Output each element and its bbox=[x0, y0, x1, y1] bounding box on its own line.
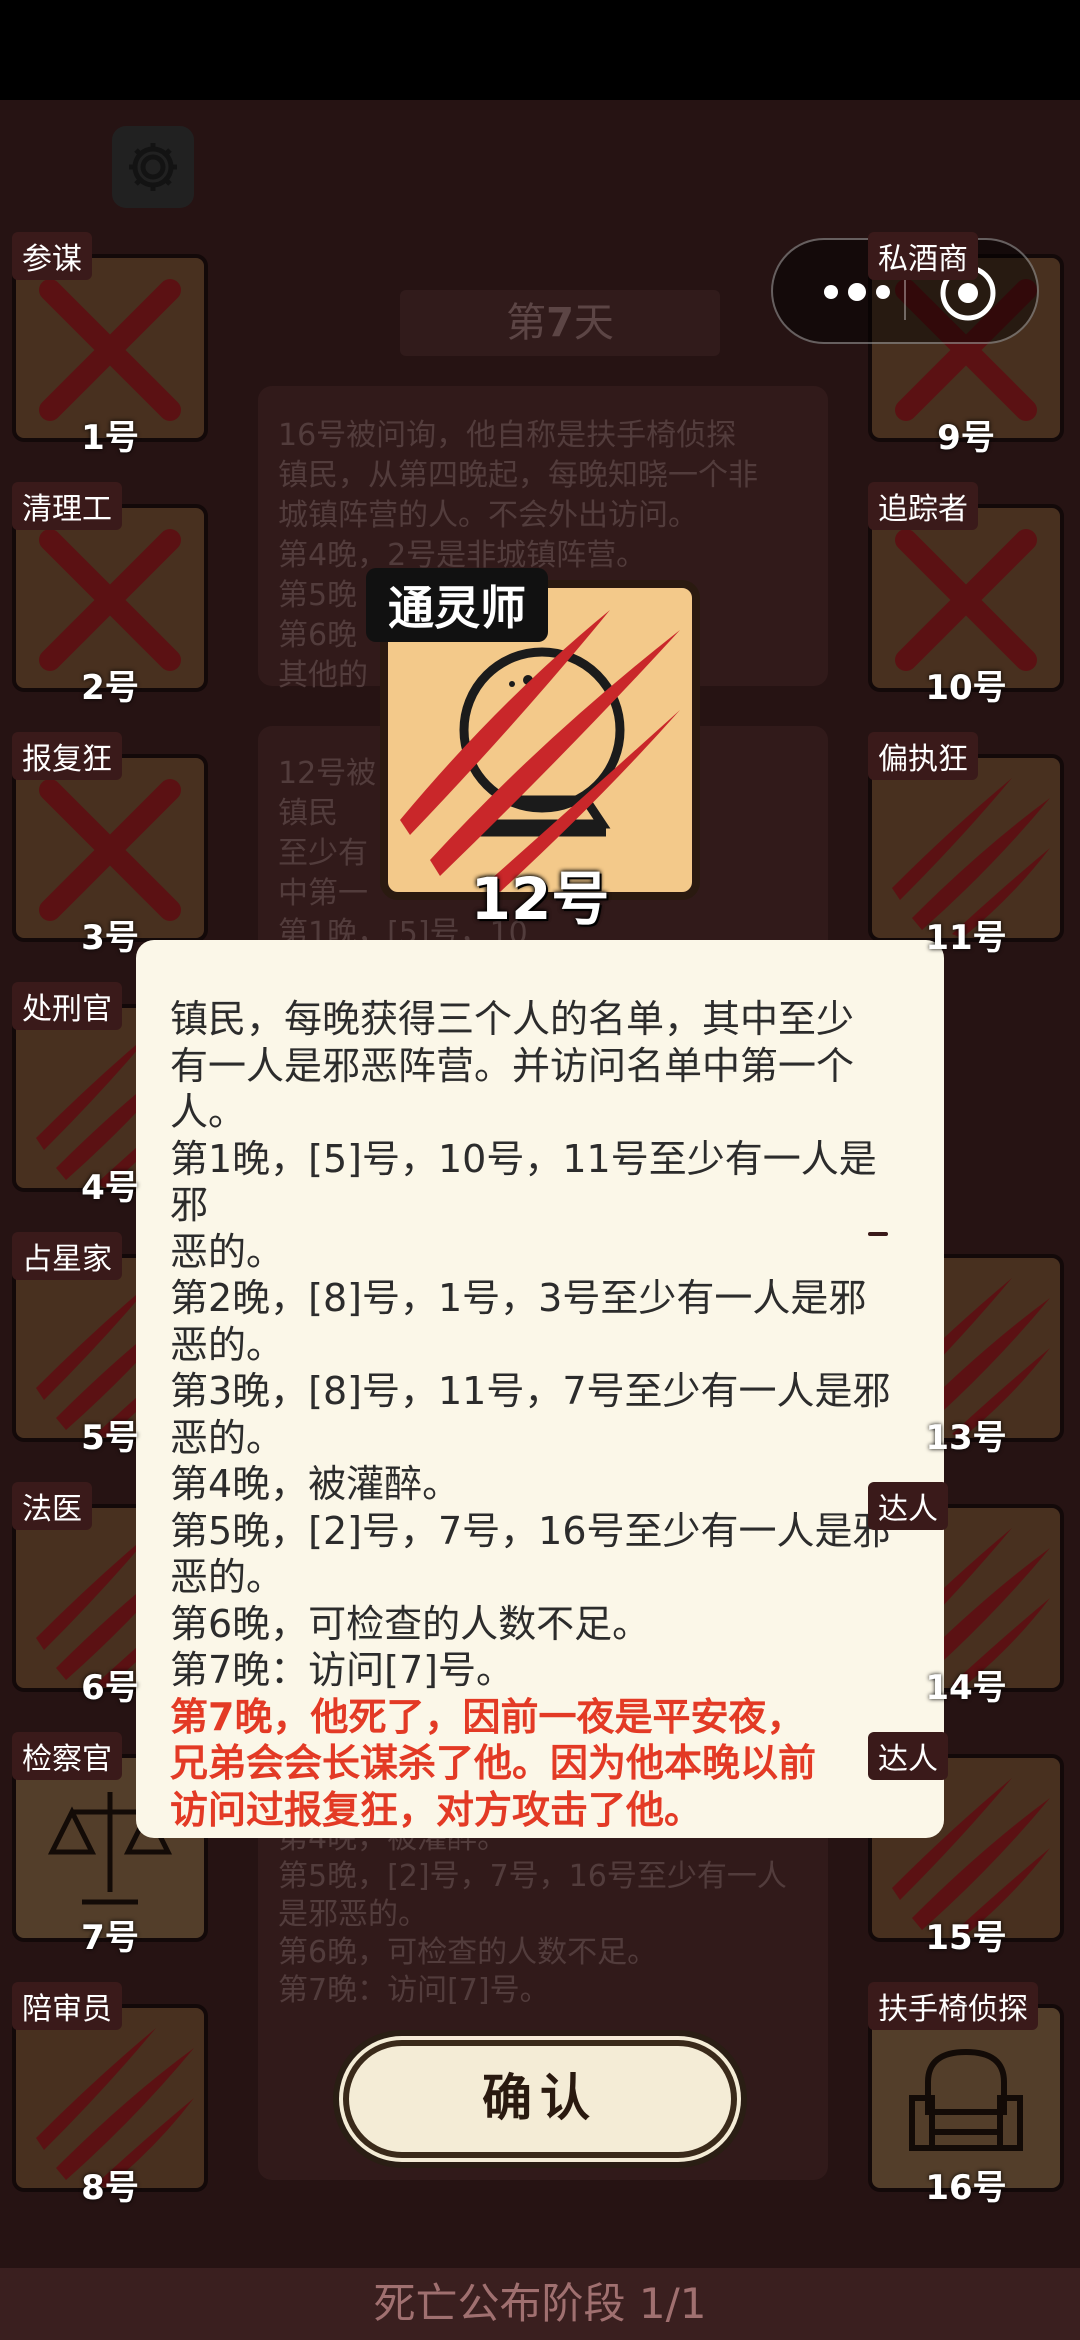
player-number: 15号 bbox=[925, 1918, 1007, 1958]
role-label: 偏执狂 bbox=[868, 732, 978, 780]
player-number: 3号 bbox=[81, 918, 139, 958]
player-number: 4号 bbox=[81, 1168, 139, 1208]
focused-role-label: 通灵师 bbox=[366, 568, 548, 642]
role-label: 扶手椅侦探 bbox=[868, 1982, 1038, 2030]
status-bar bbox=[0, 0, 1080, 100]
player-number: 14号 bbox=[925, 1668, 1007, 1708]
role-label: 检察官 bbox=[12, 1732, 122, 1780]
player-number: 5号 bbox=[81, 1418, 139, 1458]
player-number: 16号 bbox=[925, 2168, 1007, 2208]
role-info-popup: 镇民，每晚获得三个人的名单，其中至少 有一人是邪恶阵营。并访问名单中第一个 人。 第1… bbox=[136, 940, 944, 1838]
role-label: 清理工 bbox=[12, 482, 122, 530]
popup-death-text-line: 访问过报复狂，对方攻击了他。 bbox=[170, 1787, 703, 1832]
popup-death-text-line: 第7晚，他死了，因前一夜是平安夜， bbox=[170, 1694, 805, 1739]
role-label: 达人 bbox=[868, 1482, 948, 1530]
popup-text-line: 第1晚，[5]号，10号，11号至少有一人是邪 bbox=[170, 1136, 877, 1228]
confirm-button[interactable]: 确认 bbox=[343, 2040, 737, 2158]
popup-text-line: 镇民，每晚获得三个人的名单，其中至少 bbox=[170, 997, 855, 1041]
player-number: 7号 bbox=[81, 1918, 139, 1958]
role-label: 陪审员 bbox=[12, 1982, 122, 2030]
player-number: 1号 bbox=[81, 418, 139, 458]
player-number: 13号 bbox=[925, 1418, 1007, 1458]
popup-text-line: 第6晚，可检查的人数不足。 bbox=[170, 1601, 651, 1646]
popup-text-line: 第7晚：访问[7]号。 bbox=[170, 1648, 515, 1692]
popup-text-line: 第4晚，被灌醉。 bbox=[170, 1462, 461, 1506]
popup-text-line: 恶的。 bbox=[170, 1555, 285, 1599]
popup-text-line: 恶的。 bbox=[170, 1322, 285, 1367]
role-label: 私酒商 bbox=[868, 232, 978, 280]
player-number: 10号 bbox=[925, 668, 1007, 708]
role-label: 参谋 bbox=[12, 232, 92, 280]
player-number: 9号 bbox=[937, 418, 995, 458]
role-label: 占星家 bbox=[12, 1232, 122, 1280]
popup-text-line: 恶的。 bbox=[170, 1415, 285, 1460]
player-number: 11号 bbox=[925, 918, 1007, 958]
popup-text-line: 人。 bbox=[170, 1090, 247, 1134]
role-label: 报复狂 bbox=[12, 732, 122, 780]
player-number: 8号 bbox=[81, 2168, 139, 2208]
popup-text-line: 第5晚，[2]号，7号，16号至少有一人是邪 bbox=[170, 1508, 891, 1553]
role-label bbox=[868, 1232, 888, 1236]
player-number: 2号 bbox=[81, 668, 139, 708]
popup-text-line: 第2晚，[8]号，1号，3号至少有一人是邪 bbox=[170, 1276, 867, 1320]
phase-indicator: 死亡公布阶段 1/1 bbox=[0, 2268, 1080, 2340]
role-label: 达人 bbox=[868, 1732, 948, 1780]
popup-text-line: 第3晚，[8]号，11号，7号至少有一人是邪 bbox=[170, 1369, 891, 1413]
role-label: 追踪者 bbox=[868, 482, 978, 530]
role-label: 处刑官 bbox=[12, 982, 122, 1030]
player-number: 6号 bbox=[81, 1668, 139, 1708]
role-label: 法医 bbox=[12, 1482, 92, 1530]
focused-player-number: 12号 bbox=[470, 865, 610, 933]
popup-text-line: 有一人是邪恶阵营。并访问名单中第一个 bbox=[170, 1043, 855, 1088]
focused-player-card: 通灵师 12号 bbox=[366, 568, 700, 933]
popup-text-line: 恶的。 bbox=[170, 1229, 285, 1274]
popup-death-text-line: 兄弟会会长谋杀了他。因为他本晚以前 bbox=[170, 1741, 817, 1785]
